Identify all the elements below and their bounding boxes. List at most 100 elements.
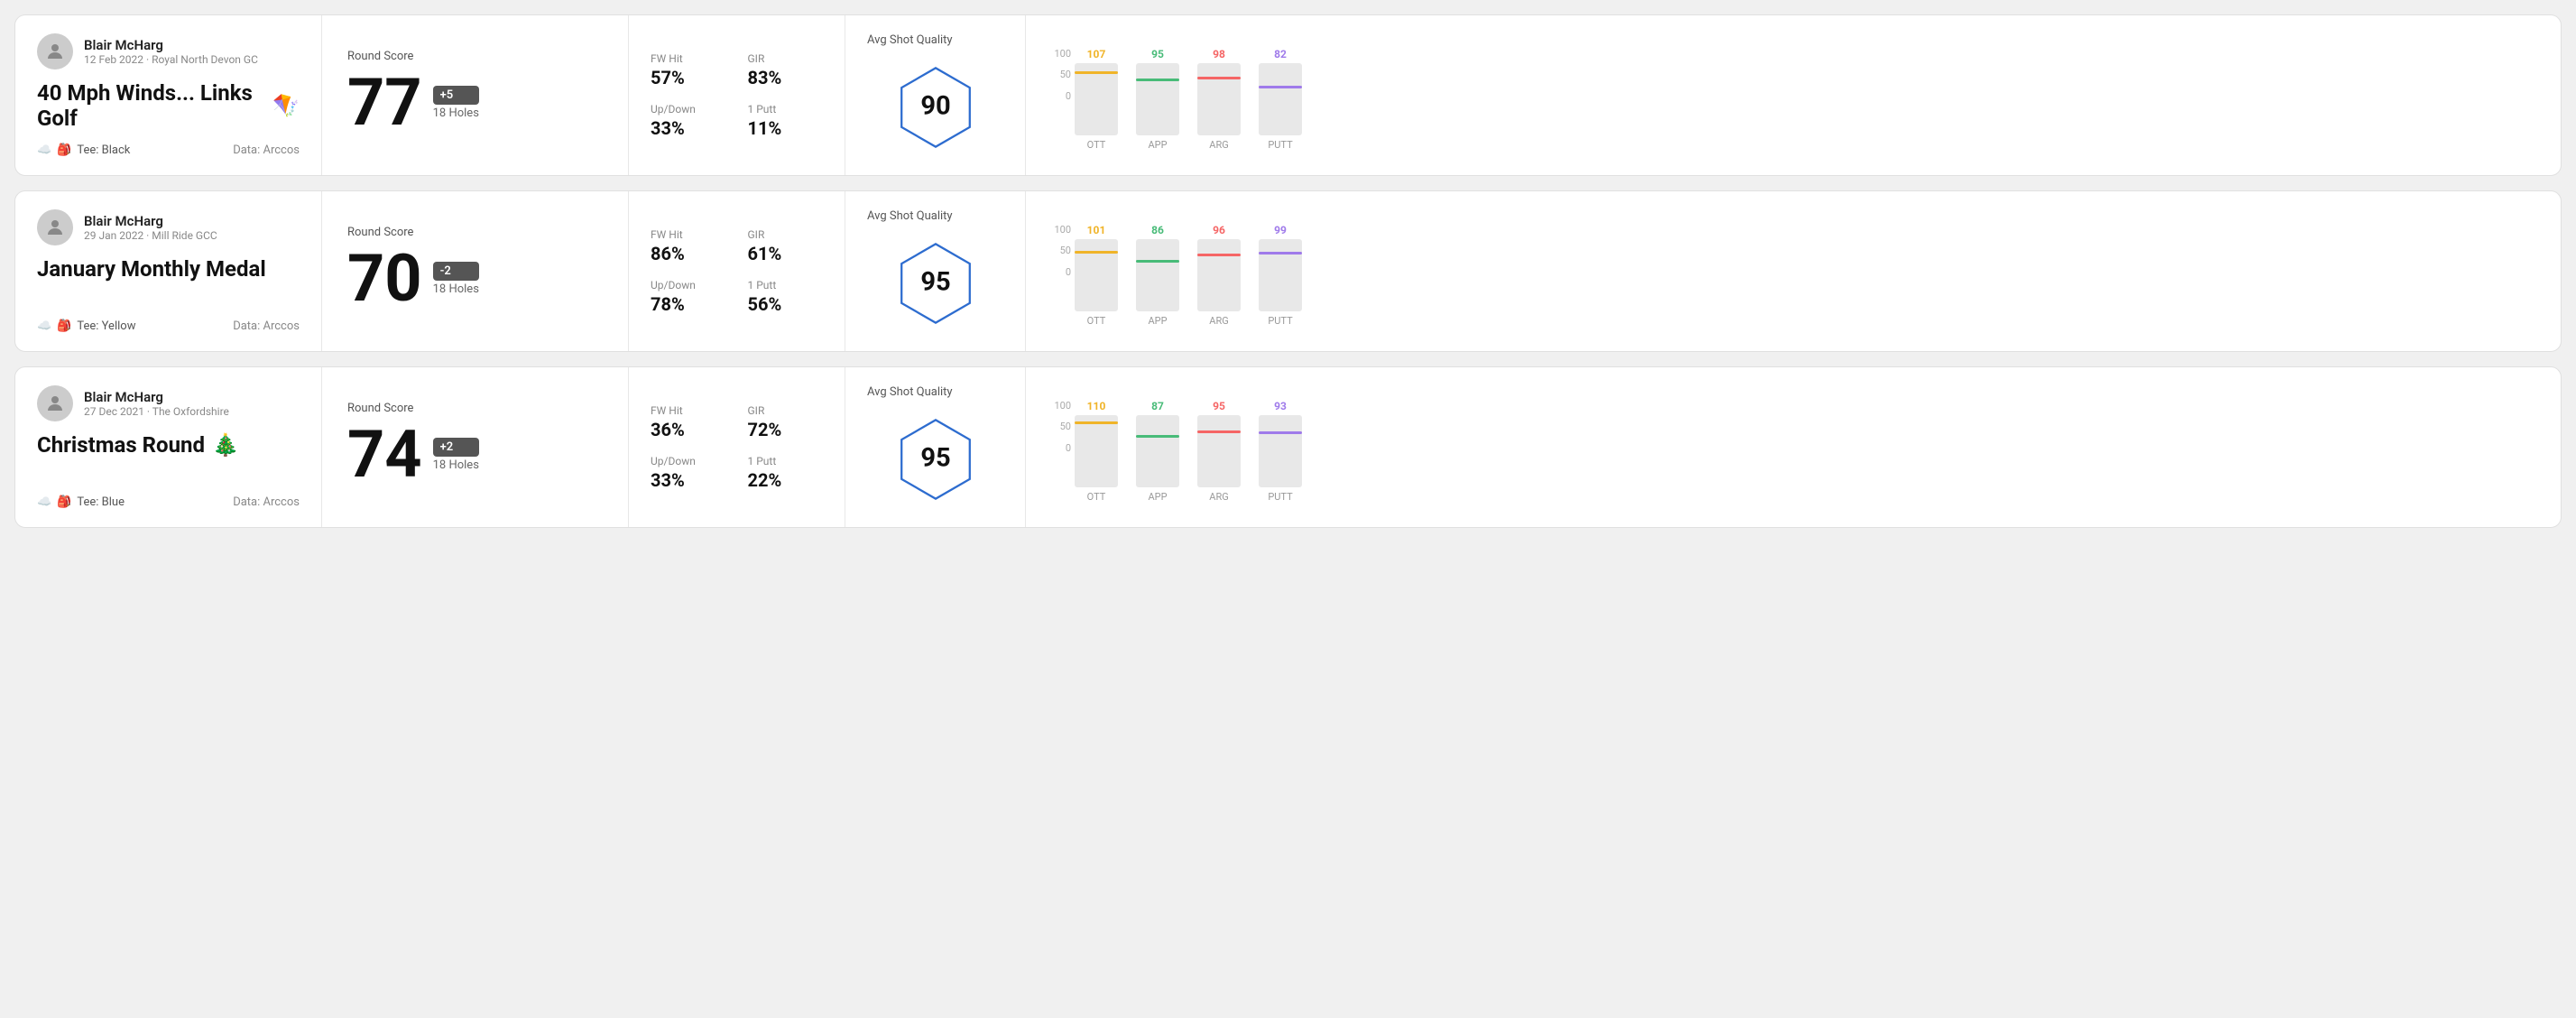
player-name: Blair McHarg — [84, 37, 258, 53]
updown-label: Up/Down — [651, 103, 726, 116]
oneputt-stat: 1 Putt 56% — [748, 279, 824, 315]
person-icon — [44, 217, 66, 238]
gir-value: 72% — [748, 419, 824, 440]
player-details: Blair McHarg 29 Jan 2022 · Mill Ride GCC — [84, 213, 217, 242]
updown-stat: Up/Down 78% — [651, 279, 726, 315]
score-badge: +2 — [433, 438, 479, 457]
y-axis-labels: 100 50 0 — [1048, 400, 1075, 472]
bag-icon: 🎒 — [57, 143, 71, 157]
bar-background — [1136, 415, 1179, 487]
chart-column: 110 OTT — [1075, 400, 1118, 503]
tee-info: ☁️ 🎒 Tee: Blue — [37, 495, 125, 509]
data-source: Data: Arccos — [233, 319, 300, 333]
chart-wrapper: 100 50 0 107 OTT 95 APP — [1048, 48, 2539, 151]
player-details: Blair McHarg 12 Feb 2022 · Royal North D… — [84, 37, 258, 66]
oneputt-value: 11% — [748, 117, 824, 139]
fw-hit-label: FW Hit — [651, 228, 726, 241]
stats-section: FW Hit 36% GIR 72% Up/Down 33% 1 Putt 22… — [629, 367, 845, 527]
chart-section: 100 50 0 110 OTT 87 APP — [1026, 367, 2561, 527]
oneputt-value: 56% — [748, 293, 824, 315]
bar-background — [1259, 63, 1302, 135]
bag-icon: 🎒 — [57, 495, 71, 509]
weather-icon: ☁️ — [37, 143, 51, 157]
bar-background — [1136, 63, 1179, 135]
bar-background — [1259, 239, 1302, 311]
fw-hit-stat: FW Hit 57% — [651, 52, 726, 88]
score-section: Round Score 74 +2 18 Holes — [322, 367, 629, 527]
round-title: January Monthly Medal — [37, 256, 300, 282]
round-card: Blair McHarg 27 Dec 2021 · The Oxfordshi… — [14, 366, 2562, 528]
chart-value-label: 107 — [1087, 48, 1106, 60]
bar-marker — [1197, 430, 1241, 433]
chart-column: 87 APP — [1136, 400, 1179, 503]
round-score-label: Round Score — [347, 402, 603, 415]
svg-text:95: 95 — [920, 266, 950, 297]
avg-quality-label: Avg Shot Quality — [867, 385, 953, 399]
fw-hit-value: 86% — [651, 243, 726, 264]
title-emoji: 🎄 — [212, 432, 239, 458]
bar-marker — [1197, 77, 1241, 79]
updown-value: 33% — [651, 469, 726, 491]
chart-value-label: 87 — [1151, 400, 1164, 412]
chart-column-label: OTT — [1087, 139, 1106, 151]
gir-stat: GIR 61% — [748, 228, 824, 264]
bottom-row: ☁️ 🎒 Tee: Yellow Data: Arccos — [37, 319, 300, 333]
svg-text:95: 95 — [920, 442, 950, 473]
round-score-label: Round Score — [347, 50, 603, 63]
bar-background — [1197, 239, 1241, 311]
chart-column: 82 PUTT — [1259, 48, 1302, 151]
chart-wrapper: 100 50 0 101 OTT 86 APP — [1048, 224, 2539, 327]
round-card: Blair McHarg 12 Feb 2022 · Royal North D… — [14, 14, 2562, 176]
updown-label: Up/Down — [651, 455, 726, 467]
tee-info: ☁️ 🎒 Tee: Yellow — [37, 319, 135, 333]
player-info: Blair McHarg 29 Jan 2022 · Mill Ride GCC — [37, 209, 300, 245]
round-title: Christmas Round 🎄 — [37, 432, 300, 458]
chart-value-label: 82 — [1274, 48, 1287, 60]
holes-label: 18 Holes — [433, 106, 479, 120]
data-source: Data: Arccos — [233, 143, 300, 157]
oneputt-stat: 1 Putt 22% — [748, 455, 824, 491]
chart-value-label: 110 — [1087, 400, 1106, 412]
y-axis-labels: 100 50 0 — [1048, 48, 1075, 120]
score-info-col: +2 18 Holes — [433, 438, 479, 472]
bar-marker — [1197, 254, 1241, 256]
bar-marker — [1136, 79, 1179, 81]
chart-value-label: 96 — [1213, 224, 1225, 236]
updown-value: 78% — [651, 293, 726, 315]
chart-bars: 107 OTT 95 APP 98 ARG — [1075, 48, 1302, 151]
oneputt-label: 1 Putt — [748, 103, 824, 116]
bar-marker — [1136, 435, 1179, 438]
chart-value-label: 95 — [1151, 48, 1164, 60]
score-badge: -2 — [433, 262, 479, 281]
updown-stat: Up/Down 33% — [651, 455, 726, 491]
chart-column: 107 OTT — [1075, 48, 1118, 151]
chart-column-label: APP — [1148, 315, 1167, 327]
chart-column-label: ARG — [1209, 315, 1228, 327]
chart-column-label: PUTT — [1268, 139, 1292, 151]
chart-column-label: OTT — [1087, 491, 1106, 503]
score-info-col: -2 18 Holes — [433, 262, 479, 296]
bar-background — [1259, 415, 1302, 487]
left-section: Blair McHarg 29 Jan 2022 · Mill Ride GCC… — [15, 191, 322, 351]
fw-hit-value: 57% — [651, 67, 726, 88]
person-icon — [44, 41, 66, 62]
player-info: Blair McHarg 27 Dec 2021 · The Oxfordshi… — [37, 385, 300, 421]
avatar — [37, 209, 73, 245]
bar-marker — [1075, 251, 1118, 254]
bar-marker — [1259, 252, 1302, 255]
fw-hit-value: 36% — [651, 419, 726, 440]
oneputt-label: 1 Putt — [748, 455, 824, 467]
avg-quality-label: Avg Shot Quality — [867, 209, 953, 223]
avatar — [37, 33, 73, 69]
chart-column-label: APP — [1148, 491, 1167, 503]
chart-column-label: PUTT — [1268, 491, 1292, 503]
chart-column-label: ARG — [1209, 491, 1228, 503]
chart-column: 95 ARG — [1197, 400, 1241, 503]
round-card: Blair McHarg 29 Jan 2022 · Mill Ride GCC… — [14, 190, 2562, 352]
chart-column: 86 APP — [1136, 224, 1179, 327]
chart-value-label: 93 — [1274, 400, 1287, 412]
bar-background — [1075, 63, 1118, 135]
bar-background — [1197, 415, 1241, 487]
svg-text:90: 90 — [920, 90, 950, 121]
score-section: Round Score 77 +5 18 Holes — [322, 15, 629, 175]
